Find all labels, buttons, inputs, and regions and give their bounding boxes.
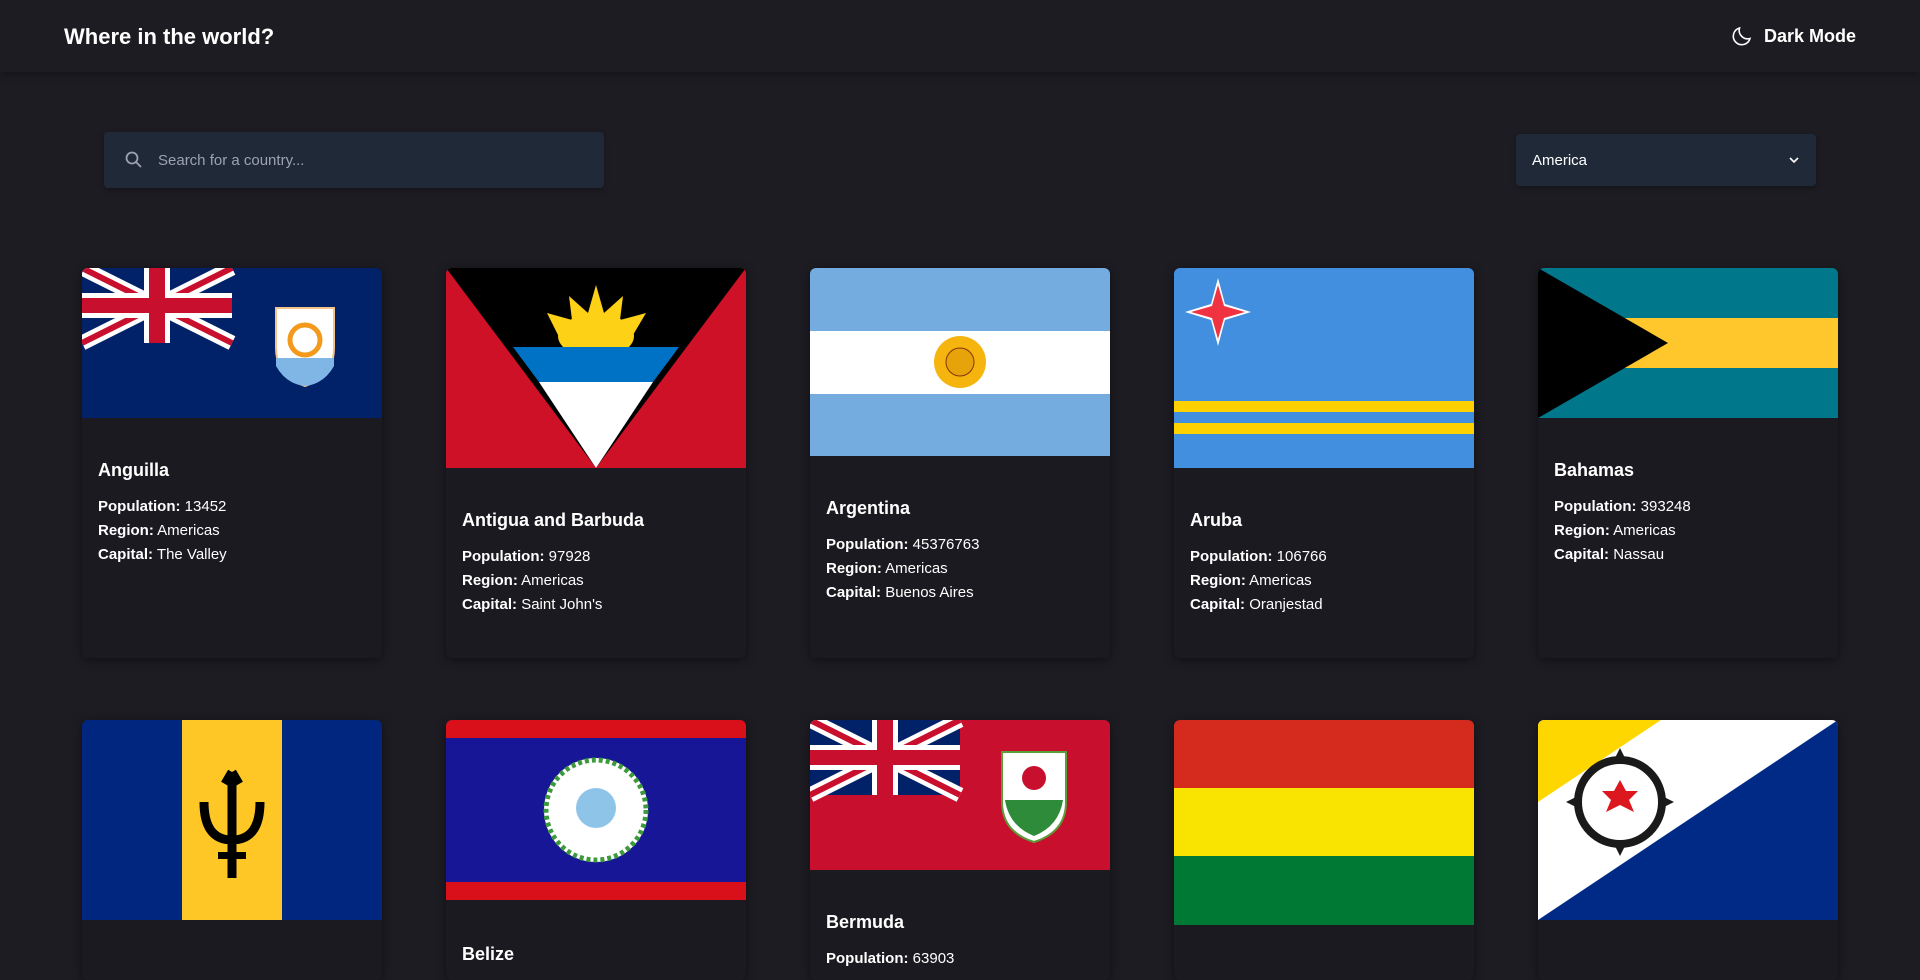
population-label: Population:	[98, 498, 181, 515]
region-row: Region: Americas	[826, 557, 1094, 581]
population-value: 97928	[548, 548, 591, 565]
country-card-barbados[interactable]	[82, 720, 382, 980]
population-row: Population: 63903	[826, 947, 1094, 971]
card-body: Aruba Population: 106766 Region: America…	[1174, 468, 1474, 633]
country-name: Bermuda	[826, 912, 905, 932]
capital-value: The Valley	[156, 546, 227, 563]
bermuda-flag	[810, 720, 1110, 870]
region-row: Region: Americas	[1554, 519, 1822, 543]
capital-label: Capital:	[462, 596, 518, 613]
capital-row: Capital: Nassau	[1554, 543, 1822, 567]
card-body: Argentina Population: 45376763 Region: A…	[810, 456, 1110, 621]
top-header: Where in the world? Dark Mode	[0, 0, 1920, 72]
search-input[interactable]	[156, 150, 580, 170]
region-row: Region: Americas	[462, 569, 730, 593]
population-label: Population:	[1190, 548, 1273, 565]
country-name: Argentina	[826, 498, 911, 518]
dark-mode-label: Dark Mode	[1763, 25, 1856, 46]
region-value: Americas	[521, 572, 584, 589]
region-value: Americas	[1613, 522, 1676, 539]
capital-row: Capital: Saint John's	[462, 593, 730, 617]
anguilla-flag	[82, 268, 382, 418]
region-filter-value: America	[1532, 151, 1588, 169]
belize-flag	[446, 720, 746, 900]
barbados-flag	[82, 720, 382, 920]
population-label: Population:	[1554, 498, 1637, 515]
region-label: Region:	[1190, 572, 1246, 589]
population-row: Population: 106766	[1190, 545, 1458, 569]
population-value: 106766	[1276, 548, 1327, 565]
capital-row: Capital: Buenos Aires	[826, 581, 1094, 605]
argentina-flag	[810, 268, 1110, 456]
region-value: Americas	[885, 560, 948, 577]
region-row: Region: Americas	[1190, 569, 1458, 593]
app-title: Where in the world?	[64, 24, 275, 49]
region-label: Region:	[1554, 522, 1610, 539]
population-row: Population: 393248	[1554, 495, 1822, 519]
region-value: Americas	[157, 522, 220, 539]
country-card-bolivia[interactable]	[1174, 720, 1474, 980]
capital-value: Nassau	[1613, 546, 1665, 563]
population-label: Population:	[826, 950, 909, 967]
capital-label: Capital:	[1554, 546, 1610, 563]
capital-value: Saint John's	[521, 596, 603, 613]
card-body: Antigua and Barbuda Population: 97928 Re…	[446, 468, 746, 633]
population-label: Population:	[462, 548, 545, 565]
card-body: Anguilla Population: 13452 Region: Ameri…	[82, 418, 382, 583]
population-value: 63903	[912, 950, 955, 967]
region-label: Region:	[826, 560, 882, 577]
region-row: Region: Americas	[98, 519, 366, 543]
country-card-aruba[interactable]: Aruba Population: 106766 Region: America…	[1174, 268, 1474, 658]
card-body: Belize	[446, 900, 746, 980]
capital-row: Capital: Oranjestad	[1190, 593, 1458, 617]
region-label: Region:	[462, 572, 518, 589]
capital-label: Capital:	[826, 584, 882, 601]
bonaire-flag	[1538, 720, 1838, 920]
region-filter-select[interactable]: America	[1516, 134, 1816, 186]
card-body: Bermuda Population: 63903	[810, 870, 1110, 980]
region-value: Americas	[1249, 572, 1312, 589]
region-label: Region:	[98, 522, 154, 539]
capital-value: Oranjestad	[1249, 596, 1323, 613]
population-value: 45376763	[912, 536, 980, 553]
population-label: Population:	[826, 536, 909, 553]
search-icon	[125, 151, 142, 168]
country-name: Aruba	[1190, 510, 1243, 530]
country-card-antigua-and-barbuda[interactable]: Antigua and Barbuda Population: 97928 Re…	[446, 268, 746, 658]
country-card-anguilla[interactable]: Anguilla Population: 13452 Region: Ameri…	[82, 268, 382, 658]
antigua-and-barbuda-flag	[446, 268, 746, 468]
moon-icon	[1732, 26, 1752, 46]
country-name: Bahamas	[1554, 460, 1635, 480]
bahamas-flag	[1538, 268, 1838, 418]
country-card-bermuda[interactable]: Bermuda Population: 63903	[810, 720, 1110, 980]
country-name: Belize	[462, 944, 515, 964]
aruba-flag	[1174, 268, 1474, 468]
population-value: 13452	[184, 498, 227, 515]
search-box[interactable]	[104, 132, 604, 188]
capital-row: Capital: The Valley	[98, 543, 366, 567]
bolivia-flag	[1174, 720, 1474, 925]
country-card-belize[interactable]: Belize	[446, 720, 746, 980]
capital-label: Capital:	[98, 546, 154, 563]
dark-mode-toggle[interactable]: Dark Mode	[1730, 24, 1856, 48]
country-name: Anguilla	[98, 460, 169, 480]
country-name: Antigua and Barbuda	[462, 510, 645, 530]
capital-label: Capital:	[1190, 596, 1246, 613]
card-body: Bahamas Population: 393248 Region: Ameri…	[1538, 418, 1838, 583]
population-value: 393248	[1640, 498, 1691, 515]
capital-value: Buenos Aires	[885, 584, 974, 601]
country-card-bahamas[interactable]: Bahamas Population: 393248 Region: Ameri…	[1538, 268, 1838, 658]
population-row: Population: 97928	[462, 545, 730, 569]
country-card-bonaire[interactable]	[1538, 720, 1838, 980]
population-row: Population: 45376763	[826, 533, 1094, 557]
country-card-argentina[interactable]: Argentina Population: 45376763 Region: A…	[810, 268, 1110, 658]
population-row: Population: 13452	[98, 495, 366, 519]
chevron-down-icon	[1789, 157, 1799, 164]
